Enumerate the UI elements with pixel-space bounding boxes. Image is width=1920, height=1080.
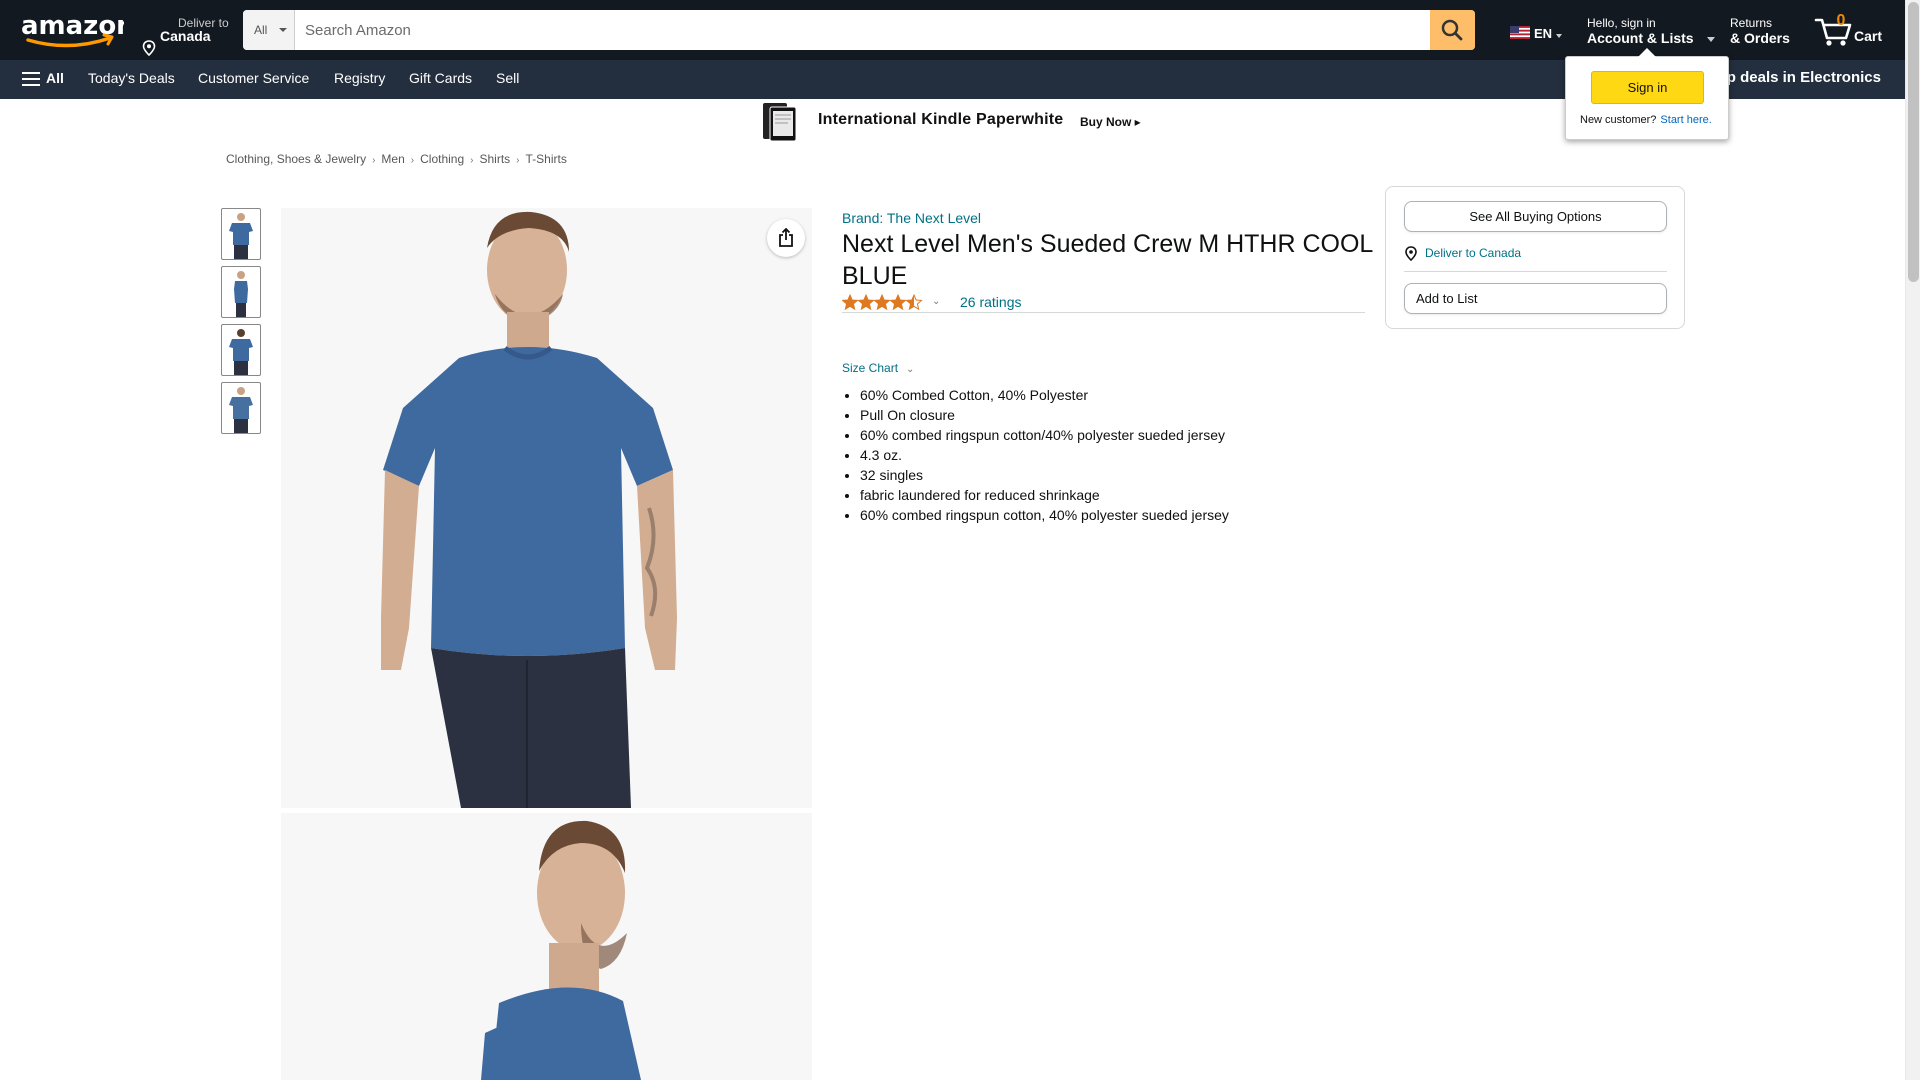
returns-orders[interactable]: Returns & Orders (1730, 14, 1810, 48)
feature-bullets: 60% Combed Cotton, 40% Polyester Pull On… (860, 385, 1229, 525)
subnav-sell[interactable]: Sell (496, 70, 519, 86)
new-customer-text: New customer? Start here. (1580, 114, 1712, 126)
subnav-gift-cards[interactable]: Gift Cards (409, 70, 472, 86)
account-greeting: Hello, sign in (1587, 16, 1656, 30)
orders-label: & Orders (1730, 30, 1790, 46)
thumbnail-back[interactable] (221, 324, 261, 376)
deliver-to-link[interactable]: Deliver to Canada (1404, 245, 1604, 261)
signin-flyout: Sign in New customer? Start here. (1565, 48, 1729, 140)
breadcrumb-item[interactable]: Men (381, 152, 404, 166)
breadcrumb-item[interactable]: Clothing (420, 152, 464, 166)
list-item: 60% Combed Cotton, 40% Polyester (860, 385, 1229, 405)
cart-count: 0 (1836, 12, 1846, 29)
brand-link[interactable]: Brand: The Next Level (842, 210, 981, 226)
top-nav: amazon Deliver to Canada All Search Amaz… (0, 0, 1905, 60)
search-category-select[interactable]: All (243, 10, 295, 50)
product-main-image[interactable] (281, 208, 812, 808)
chevron-down-icon (1556, 34, 1562, 38)
divider (1404, 271, 1667, 272)
language-selector[interactable]: EN (1508, 22, 1568, 46)
list-item: Pull On closure (860, 405, 1229, 425)
thumbnail-detail[interactable] (221, 382, 261, 434)
chevron-right-icon: › (516, 155, 520, 166)
page-scrollbar[interactable] (1905, 0, 1920, 1080)
subnav-todays-deals[interactable]: Today's Deals (88, 70, 175, 86)
search-icon (1441, 19, 1463, 41)
kindle-device-icon (763, 103, 797, 142)
banner-buy-now[interactable]: Buy Now ▸ (1080, 115, 1141, 129)
us-flag-icon (1510, 26, 1530, 39)
hamburger-icon (22, 72, 40, 86)
list-item: 32 singles (860, 465, 1229, 485)
see-all-buying-options-button[interactable]: See All Buying Options (1404, 201, 1667, 232)
product-side-image[interactable] (281, 813, 812, 1080)
deliver-to-text: Deliver to Canada (1425, 246, 1522, 260)
list-item: 60% combed ringspun cotton/40% polyester… (860, 425, 1229, 445)
all-menu-label: All (46, 70, 64, 86)
product-title: Next Level Men's Sueded Crew M HTHR COOL… (842, 230, 1373, 290)
deliver-country: Canada (160, 28, 211, 44)
banner-text: International Kindle Paperwhite (818, 111, 1064, 128)
breadcrumb-item[interactable]: Shirts (479, 152, 510, 166)
breadcrumb-item[interactable]: T-Shirts (526, 152, 567, 166)
list-item: fabric laundered for reduced shrinkage (860, 485, 1229, 505)
chevron-down-icon: ⌄ (906, 364, 915, 375)
subnav-customer-service[interactable]: Customer Service (198, 70, 309, 86)
deliver-to[interactable]: Deliver to Canada (140, 14, 240, 56)
location-pin-icon (142, 40, 156, 56)
list-item: 4.3 oz. (860, 445, 1229, 465)
search-bar: All (243, 10, 1475, 50)
start-here-link[interactable]: Start here. (1660, 114, 1711, 126)
share-icon (779, 228, 793, 247)
chevron-down-icon (279, 28, 287, 32)
search-button[interactable] (1430, 10, 1475, 50)
scrollbar-thumb[interactable] (1908, 2, 1919, 282)
chevron-right-icon: › (372, 155, 376, 166)
size-chart-label: Size Chart (842, 361, 899, 375)
account-lists[interactable]: Hello, sign in Account & Lists (1587, 14, 1715, 48)
language-code: EN (1534, 26, 1553, 41)
cart-button[interactable]: 0 Cart (1812, 10, 1902, 50)
chevron-right-icon: › (470, 155, 474, 166)
add-to-list-button[interactable]: Add to List (1404, 283, 1667, 314)
size-chart-link[interactable]: Size Chart ⌄ (842, 361, 914, 375)
star-rating-icon[interactable] (842, 294, 926, 312)
search-input[interactable] (295, 10, 1425, 50)
rating-summary: ⌄ 26 ratings (842, 294, 1042, 312)
share-button[interactable] (767, 219, 805, 257)
list-item: 60% combed ringspun cotton, 40% polyeste… (860, 505, 1229, 525)
thumbnail-front[interactable] (221, 208, 261, 260)
buy-box: See All Buying Options Deliver to Canada… (1385, 186, 1685, 329)
location-pin-icon (1405, 246, 1417, 261)
ratings-count-link[interactable]: 26 ratings (960, 294, 1021, 310)
account-label: Account & Lists (1587, 30, 1694, 46)
flyout-arrow (1638, 48, 1656, 57)
chevron-right-icon: › (410, 155, 415, 166)
search-category-label: All (254, 23, 268, 37)
breadcrumb: Clothing, Shoes & Jewelry › Men › Clothing › S… (226, 152, 567, 166)
breadcrumb-item[interactable]: Clothing, Shoes & Jewelry (226, 152, 366, 166)
divider (842, 312, 1365, 313)
kindle-banner[interactable]: International Kindle Paperwhite Buy Now … (760, 100, 1141, 144)
subnav-registry[interactable]: Registry (334, 70, 385, 86)
returns-label: Returns (1730, 16, 1773, 30)
chevron-down-icon[interactable]: ⌄ (932, 296, 940, 307)
amazon-logo[interactable]: amazon (14, 10, 135, 50)
thumbnail-side[interactable] (221, 266, 261, 318)
chevron-down-icon (1707, 37, 1715, 42)
signin-button[interactable]: Sign in (1591, 71, 1704, 104)
new-customer-label: New customer? (1580, 114, 1657, 126)
cart-label: Cart (1854, 28, 1883, 44)
